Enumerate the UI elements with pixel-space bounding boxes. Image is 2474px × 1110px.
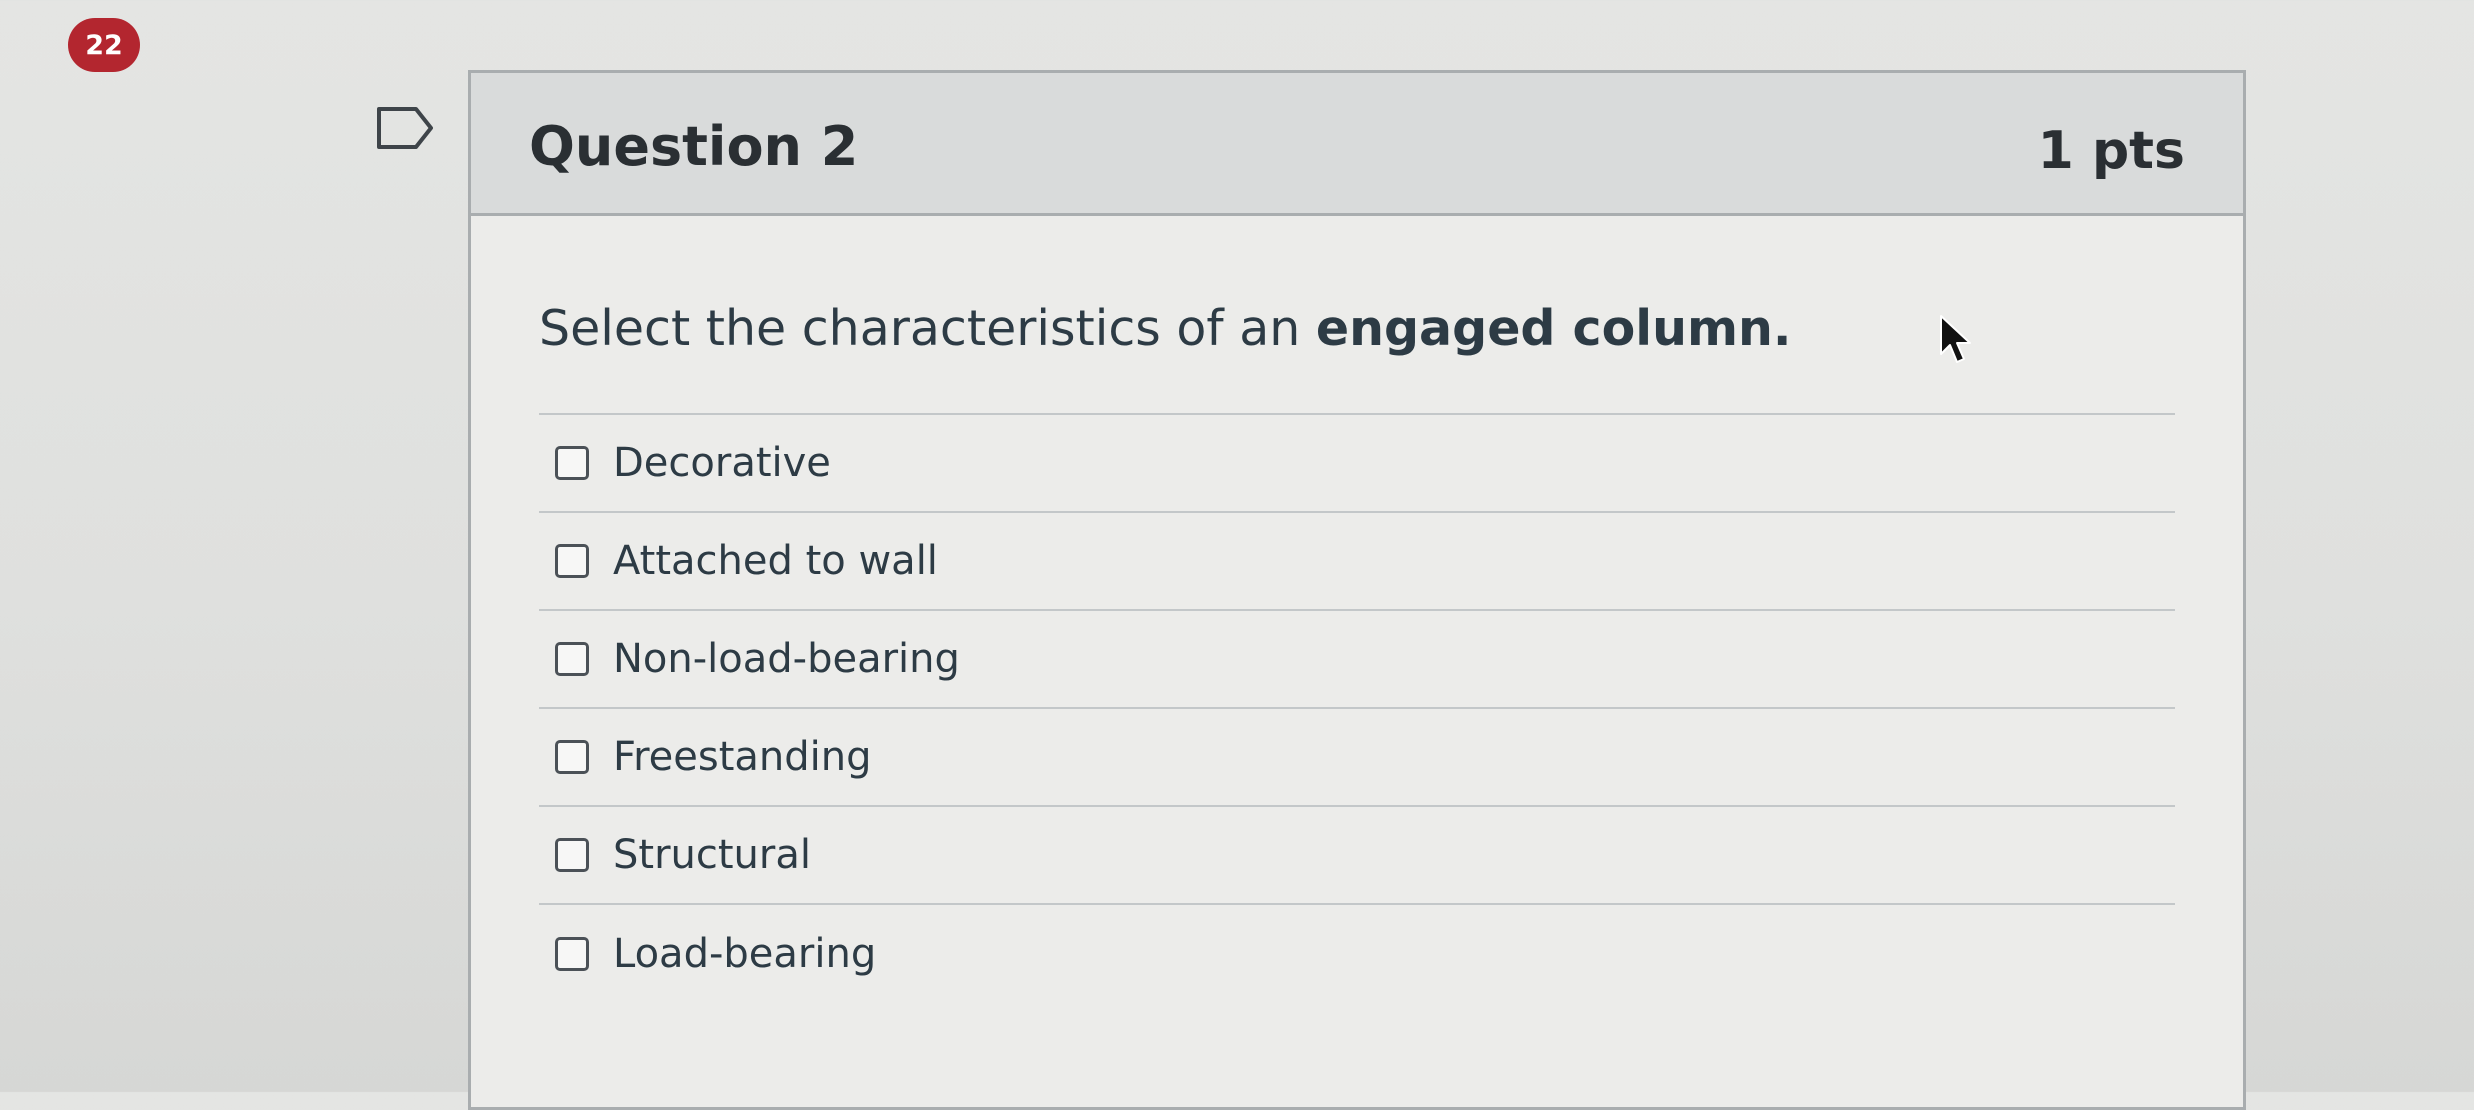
question-text-prefix: Select the characteristics of an (539, 300, 1316, 357)
answer-label: Freestanding (613, 734, 872, 780)
mouse-pointer-icon (1940, 315, 1971, 363)
question-card: Question 2 1 pts Select the characterist… (468, 70, 2246, 1110)
answer-checkbox[interactable] (555, 937, 589, 971)
answer-option-non-load-bearing[interactable]: Non-load-bearing (539, 611, 2175, 709)
question-points: 1 pts (2037, 121, 2185, 181)
answer-label: Load-bearing (613, 931, 877, 977)
answer-label: Structural (613, 832, 811, 878)
answer-checkbox[interactable] (555, 740, 589, 774)
answer-checkbox[interactable] (555, 838, 589, 872)
question-count-badge: 22 (68, 18, 140, 72)
answer-label: Non-load-bearing (613, 636, 960, 682)
answer-list: Decorative Attached to wall Non-load-bea… (539, 415, 2175, 1003)
answer-option-decorative[interactable]: Decorative (539, 415, 2175, 513)
answer-option-load-bearing[interactable]: Load-bearing (539, 905, 2175, 1003)
answer-checkbox[interactable] (555, 642, 589, 676)
answer-option-structural[interactable]: Structural (539, 807, 2175, 905)
answer-label: Decorative (613, 440, 831, 486)
question-header: Question 2 1 pts (471, 73, 2243, 216)
answer-option-freestanding[interactable]: Freestanding (539, 709, 2175, 807)
flag-question-icon[interactable] (376, 106, 434, 150)
answer-checkbox[interactable] (555, 446, 589, 480)
answer-checkbox[interactable] (555, 544, 589, 578)
question-title: Question 2 (529, 115, 859, 178)
question-body: Select the characteristics of an engaged… (471, 216, 2243, 1003)
answer-label: Attached to wall (613, 538, 938, 584)
question-text-emphasis: engaged column. (1315, 300, 1792, 357)
question-text: Select the characteristics of an engaged… (539, 216, 2175, 415)
answer-option-attached-to-wall[interactable]: Attached to wall (539, 513, 2175, 611)
